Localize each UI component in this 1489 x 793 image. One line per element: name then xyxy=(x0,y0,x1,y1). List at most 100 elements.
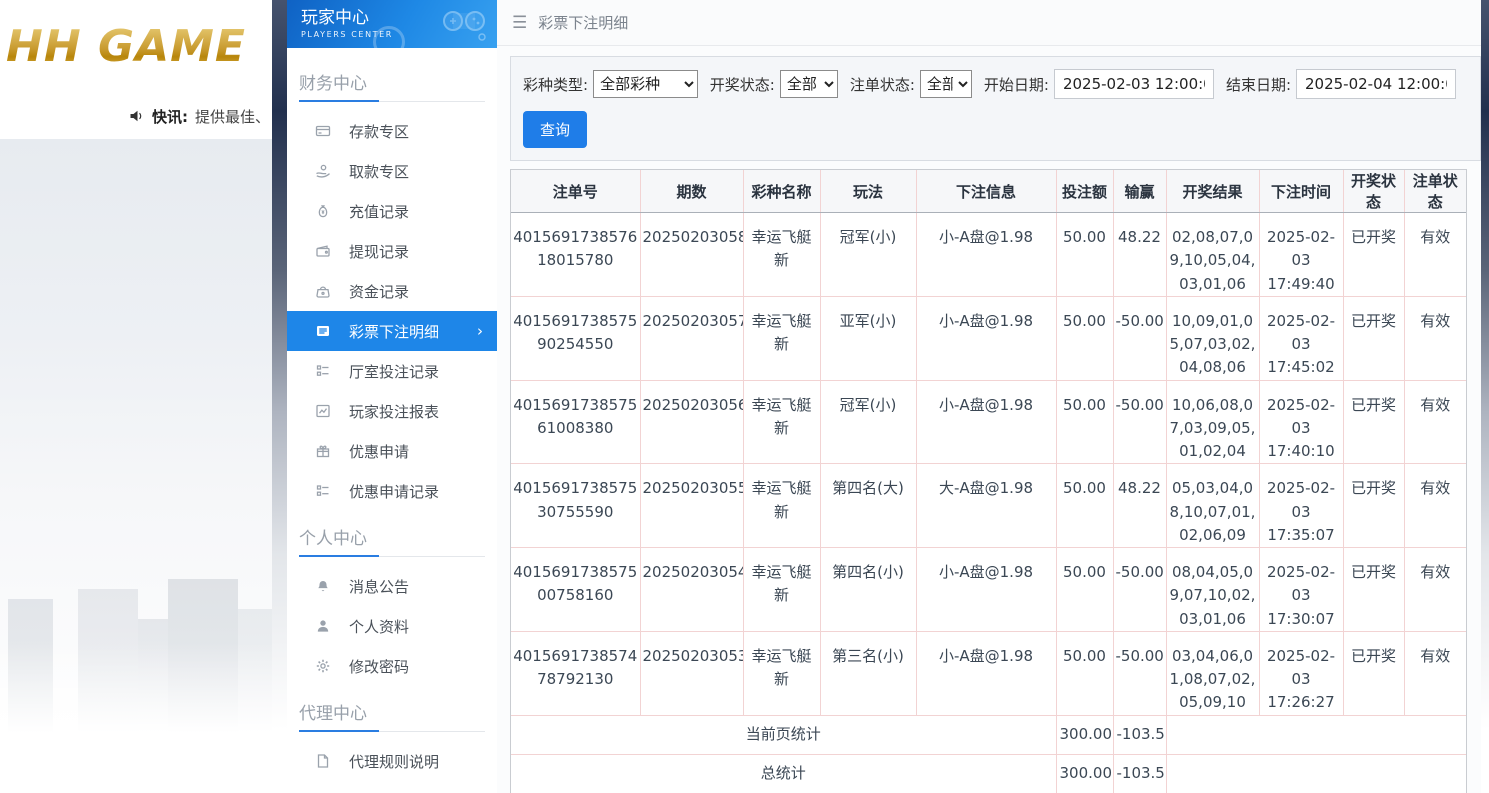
sidebar-item-wallet[interactable]: 提现记录 xyxy=(287,231,497,271)
sidebar-item-purse[interactable]: 资金记录 xyxy=(287,271,497,311)
column-header: 下注信息 xyxy=(915,170,1057,213)
order-status-label: 注单状态: xyxy=(849,75,915,94)
sidebar-item-money-bag[interactable]: 充值记录 xyxy=(287,191,497,231)
table-cell: 2025-02-03 17:26:27 xyxy=(1258,630,1344,716)
sidebar-item-label: 修改密码 xyxy=(349,657,410,676)
sidebar-item-bet-list[interactable]: 彩票下注明细 › xyxy=(287,311,497,351)
hamburger-menu-icon[interactable]: ☰ xyxy=(512,13,527,33)
withdraw-hand-icon xyxy=(315,163,331,179)
table-cell: 20250203056 xyxy=(639,379,744,465)
column-header: 下注时间 xyxy=(1258,170,1344,213)
sidebar-item-withdraw-hand[interactable]: 取款专区 xyxy=(287,151,497,191)
table-cell: 已开奖 xyxy=(1342,295,1405,381)
sidebar-item-clipboard-list[interactable]: 优惠申请记录 xyxy=(287,471,497,511)
table-cell: 20250203053 xyxy=(639,630,744,716)
sidebar-item-gear[interactable]: 修改密码 xyxy=(287,646,497,686)
summary-bet-total: 300.00 xyxy=(1055,714,1114,755)
news-ticker: 快讯: 提供最佳、 xyxy=(0,93,272,139)
table-cell: 401569173857478792130 xyxy=(511,630,641,716)
sidebar-item-label: 充值记录 xyxy=(349,202,410,221)
sidebar-item-deposit-card[interactable]: 存款专区 xyxy=(287,111,497,151)
section-divider xyxy=(299,555,485,557)
draw-status-select[interactable]: 全部 xyxy=(779,70,838,98)
brand-zone: HH GAME 快讯: 提供最佳、 xyxy=(0,0,272,793)
sidebar: 玩家中心 PLAYERS CENTER 财务中心 存款专区 取款专区 充值记录 提现记录… xyxy=(287,0,497,793)
table-row: 401569173857530755590 20250203055 幸运飞艇新 第四名… xyxy=(511,463,1466,548)
column-header: 开奖状态 xyxy=(1342,170,1405,213)
table-cell: 有效 xyxy=(1403,463,1466,548)
order-status-select[interactable]: 全部 xyxy=(919,70,972,98)
bet-table-box: 注单号 期数 彩种名称 玩法 下注信息 投注额 输赢 开奖结果 下注时间 开奖状态 注单状态 401… xyxy=(510,169,1467,793)
table-cell: 48.22 xyxy=(1112,463,1167,548)
speaker-icon xyxy=(128,108,145,124)
table-cell: 小-A盘@1.98 xyxy=(915,295,1057,381)
sidebar-item-label: 取款专区 xyxy=(349,162,410,181)
table-row: 401569173857500758160 20250203054 幸运飞艇新 第四名… xyxy=(511,547,1466,632)
sidebar-item-report-chart[interactable]: 玩家投注报表 xyxy=(287,391,497,431)
end-date-input[interactable] xyxy=(1296,69,1456,99)
table-cell: 50.00 xyxy=(1055,295,1114,381)
search-button[interactable]: 查询 xyxy=(523,111,588,148)
summary-winloss-total: -103.57 xyxy=(1112,753,1167,793)
table-cell: 大-A盘@1.98 xyxy=(915,463,1057,548)
sidebar-item-document[interactable]: 代理规则说明 xyxy=(287,741,497,781)
start-date-label: 开始日期: xyxy=(983,75,1049,94)
page: HH GAME 快讯: 提供最佳、 玩家中心 PLAYERS CENTER 财务… xyxy=(0,0,1489,793)
sidebar-item-label: 优惠申请 xyxy=(349,442,410,461)
sidebar-item-user[interactable]: 个人资料 xyxy=(287,606,497,646)
bell-icon xyxy=(315,578,331,594)
sidebar-section-title: 财务中心 xyxy=(299,74,367,94)
ticker-label: 快讯: xyxy=(151,107,188,126)
draw-status-label: 开奖状态: xyxy=(709,75,775,94)
table-cell: 已开奖 xyxy=(1342,463,1405,548)
column-header: 期数 xyxy=(639,170,744,213)
table-cell: 20250203054 xyxy=(639,547,744,632)
sidebar-section-title: 个人中心 xyxy=(299,529,367,549)
table-cell: 20250203058 xyxy=(639,212,744,297)
column-header: 玩法 xyxy=(819,170,917,213)
table-cell: 幸运飞艇新 xyxy=(742,547,821,632)
summary-label: 当前页统计 xyxy=(511,714,1057,755)
deposit-card-icon xyxy=(315,123,331,139)
sidebar-item-gift[interactable]: 优惠申请 xyxy=(287,431,497,471)
table-cell: 小-A盘@1.98 xyxy=(915,630,1057,716)
sidebar-item-label: 优惠申请记录 xyxy=(349,482,440,501)
table-cell: 有效 xyxy=(1403,212,1466,297)
summary-winloss-total: -103.57 xyxy=(1112,714,1167,755)
chevron-right-icon: › xyxy=(477,321,483,340)
sidebar-item-bell[interactable]: 消息公告 xyxy=(287,566,497,606)
gamepad-icon xyxy=(441,7,487,45)
decor-bubble xyxy=(373,26,405,48)
table-cell: 2025-02-03 17:30:07 xyxy=(1258,547,1344,632)
table-cell: 第四名(小) xyxy=(819,547,917,632)
sidebar-item-label: 消息公告 xyxy=(349,577,410,596)
sidebar-item-label: 提现记录 xyxy=(349,242,410,261)
table-cell: 幸运飞艇新 xyxy=(742,295,821,381)
table-cell: 401569173857561008380 xyxy=(511,379,641,465)
summary-label: 总统计 xyxy=(511,753,1057,793)
bet-list-icon xyxy=(315,323,331,339)
table-cell: 已开奖 xyxy=(1342,547,1405,632)
lottery-type-label: 彩种类型: xyxy=(523,75,589,94)
sidebar-item-book[interactable]: 代理团队统计 xyxy=(287,781,497,793)
main-header: ☰ 彩票下注明细 xyxy=(497,0,1481,46)
section-divider xyxy=(299,100,485,102)
table-cell: 幸运飞艇新 xyxy=(742,212,821,297)
table-cell: 已开奖 xyxy=(1342,630,1405,716)
summary-bet-total: 300.00 xyxy=(1055,753,1114,793)
table-cell: 幸运飞艇新 xyxy=(742,630,821,716)
sidebar-item-label: 个人资料 xyxy=(349,617,410,636)
sidebar-item-clipboard-list[interactable]: 厅室投注记录 xyxy=(287,351,497,391)
table-cell: 20250203057 xyxy=(639,295,744,381)
brand-logo: HH GAME xyxy=(6,21,246,72)
table-cell: 50.00 xyxy=(1055,379,1114,465)
table-cell: 已开奖 xyxy=(1342,212,1405,297)
table-cell: 48.22 xyxy=(1112,212,1167,297)
wallet-icon xyxy=(315,243,331,259)
column-header: 投注额 xyxy=(1055,170,1114,213)
summary-empty xyxy=(1165,714,1466,755)
lottery-type-select[interactable]: 全部彩种 xyxy=(593,70,698,98)
start-date-input[interactable] xyxy=(1053,69,1214,99)
table-cell: 2025-02-03 17:35:07 xyxy=(1258,463,1344,548)
table-cell: 401569173857530755590 xyxy=(511,463,641,548)
